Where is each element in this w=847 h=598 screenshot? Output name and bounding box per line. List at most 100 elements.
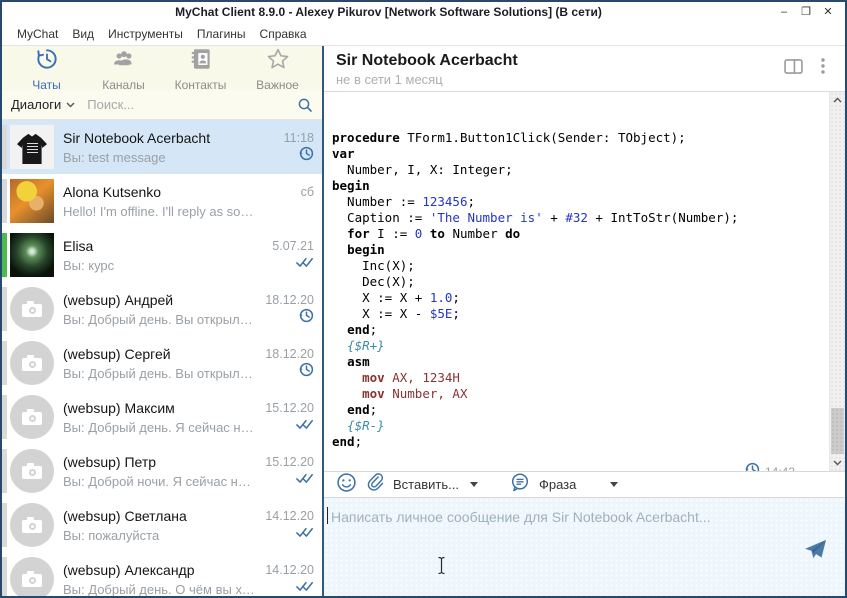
search-icon[interactable] xyxy=(297,97,313,113)
chat-preview: Вы: Добрый день. Вы открыли со мн... xyxy=(63,366,256,381)
maximize-button[interactable]: ❐ xyxy=(795,3,817,21)
presence-indicator xyxy=(2,341,7,385)
message-input-placeholder: Написать личное сообщение для Sir Notebo… xyxy=(331,509,711,525)
tab-контакты[interactable]: Контакты xyxy=(166,44,236,92)
minimize-button[interactable]: – xyxy=(773,3,795,21)
avatar xyxy=(10,503,54,547)
composer-toolbar: Вставить... Фраза xyxy=(324,471,845,498)
search-row: Диалоги Поиск... xyxy=(2,90,322,120)
presence-indicator xyxy=(2,449,7,493)
avatar xyxy=(10,395,54,439)
code-line: {$R+} xyxy=(332,338,821,354)
chat-preview: Вы: курс xyxy=(63,258,256,273)
insert-dropdown-icon[interactable] xyxy=(470,482,478,487)
code-line: Dec(X); xyxy=(332,274,821,290)
more-options-icon[interactable] xyxy=(821,58,825,79)
code-line: Inc(X); xyxy=(332,258,821,274)
chat-list-item[interactable]: (websup) АлександрВы: Добрый день. О чём… xyxy=(2,552,322,596)
emoji-icon[interactable] xyxy=(336,472,357,498)
chat-list-item[interactable]: (websup) МаксимВы: Добрый день. Я сейчас… xyxy=(2,390,322,444)
chat-time: сб xyxy=(301,185,314,199)
avatar xyxy=(10,233,54,277)
scroll-up-icon[interactable] xyxy=(830,93,845,107)
double-check-icon xyxy=(296,579,314,597)
chat-panel: Sir Notebook Acerbacht не в сети 1 месяц… xyxy=(324,46,845,596)
chat-preview: Вы: test message xyxy=(63,150,256,165)
message-history: procedure TForm1.Button1Click(Sender: TO… xyxy=(324,92,845,471)
chat-name: (websup) Александр xyxy=(63,562,256,578)
message-input[interactable]: Написать личное сообщение для Sir Notebo… xyxy=(324,498,845,596)
chat-list-item[interactable]: (websup) ПетрВы: Доброй ночи. Я сейчас н… xyxy=(2,444,322,498)
chat-name: Alona Kutsenko xyxy=(63,184,256,200)
presence-indicator xyxy=(2,179,7,223)
code-line: begin xyxy=(332,242,821,258)
chat-list-item[interactable]: (websup) СветланаВы: пожалуйста14.12.20 xyxy=(2,498,322,552)
presence-indicator xyxy=(2,125,7,169)
code-line: Number := 123456; xyxy=(332,194,821,210)
chat-time: 14.12.20 xyxy=(265,563,314,577)
menu-mychat[interactable]: MyChat xyxy=(10,24,65,44)
chat-status xyxy=(296,256,314,271)
chat-time: 18.12.20 xyxy=(265,347,314,361)
chat-time: 14.12.20 xyxy=(265,509,314,523)
phrase-dropdown-icon[interactable] xyxy=(610,482,618,487)
code-line: {$R-} xyxy=(332,418,821,434)
send-icon[interactable] xyxy=(804,538,827,560)
code-line: X := X + 1.0; xyxy=(332,290,821,306)
phrase-button[interactable]: Фраза xyxy=(539,477,576,492)
menu-инструменты[interactable]: Инструменты xyxy=(101,24,190,44)
presence-indicator xyxy=(2,395,7,439)
chat-status xyxy=(299,148,314,163)
app-window: MyChat Client 8.9.0 - Alexey Pikurov [Ne… xyxy=(0,0,847,598)
phrase-icon[interactable] xyxy=(510,472,530,497)
pending-clock-icon xyxy=(745,462,760,471)
scroll-down-icon[interactable] xyxy=(830,456,845,470)
chat-list-item[interactable]: Sir Notebook AcerbachtВы: test message11… xyxy=(2,120,322,174)
search-input[interactable]: Поиск... xyxy=(87,97,297,112)
avatar xyxy=(10,557,54,596)
toggle-side-panel-icon[interactable] xyxy=(784,59,803,79)
insert-button[interactable]: Вставить... xyxy=(393,477,459,492)
code-line: Caption := 'The Number is' + #32 + IntTo… xyxy=(332,210,821,226)
double-check-icon xyxy=(296,471,314,489)
pending-clock-icon xyxy=(299,146,314,166)
presence-indicator xyxy=(2,233,7,277)
double-check-icon xyxy=(296,255,314,273)
menu-справка[interactable]: Справка xyxy=(253,24,314,44)
chat-name: (websup) Петр xyxy=(63,454,256,470)
chat-name: Elisa xyxy=(63,238,256,254)
avatar xyxy=(10,287,54,331)
dialogs-filter-dropdown[interactable]: Диалоги xyxy=(11,97,75,112)
avatar xyxy=(10,341,54,385)
code-line: end; xyxy=(332,322,821,338)
chat-status xyxy=(296,526,314,541)
code-line: mov AX, 1234H xyxy=(332,370,821,386)
contacts-icon xyxy=(188,46,214,77)
code-line: end; xyxy=(332,434,821,450)
menu-плагины[interactable]: Плагины xyxy=(190,24,253,44)
scrollbar-thumb[interactable] xyxy=(831,408,844,454)
chat-list-item[interactable]: ElisaВы: курс5.07.21 xyxy=(2,228,322,282)
chat-list-item[interactable]: (websup) СергейВы: Добрый день. Вы откры… xyxy=(2,336,322,390)
menu-вид[interactable]: Вид xyxy=(65,24,101,44)
avatar xyxy=(10,125,54,169)
chat-list-item[interactable]: (websup) АндрейВы: Добрый день. Вы откры… xyxy=(2,282,322,336)
chat-preview: Вы: Добрый день. Вы открыли со мн... xyxy=(63,312,256,327)
close-button[interactable]: ✕ xyxy=(817,3,839,21)
presence-indicator xyxy=(2,287,7,331)
chat-preview: Hello! I'm offline. I'll reply as soon a… xyxy=(63,204,256,219)
tab-чаты[interactable]: Чаты xyxy=(12,44,82,92)
attach-file-icon[interactable] xyxy=(366,472,384,497)
chat-list-item[interactable]: Alona Kutsenko Hello! I'm offline. I'll r… xyxy=(2,174,322,228)
pending-clock-icon xyxy=(299,362,314,382)
chat-time: 15.12.20 xyxy=(265,455,314,469)
chat-header: Sir Notebook Acerbacht не в сети 1 месяц xyxy=(324,46,845,92)
title-bar: MyChat Client 8.9.0 - Alexey Pikurov [Ne… xyxy=(2,2,845,22)
pending-clock-icon xyxy=(299,308,314,328)
tab-важное[interactable]: Важное xyxy=(243,44,313,92)
tab-каналы[interactable]: Каналы xyxy=(89,44,159,92)
messages-scrollbar[interactable] xyxy=(829,92,845,471)
chat-name: (websup) Светлана xyxy=(63,508,256,524)
chat-list: Sir Notebook AcerbachtВы: test message11… xyxy=(2,120,322,596)
code-line: procedure TForm1.Button1Click(Sender: TO… xyxy=(332,130,821,146)
